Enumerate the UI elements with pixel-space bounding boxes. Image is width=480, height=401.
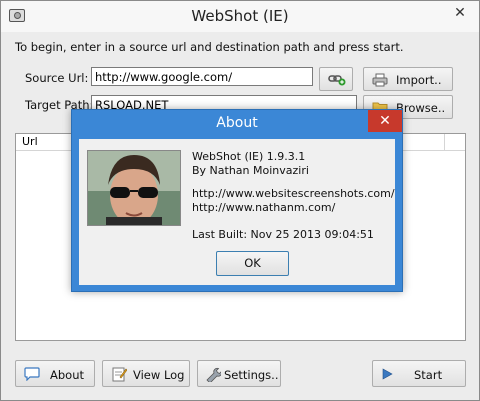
source-url-label: Source Url: <box>25 71 89 85</box>
ok-button[interactable]: OK <box>216 251 289 276</box>
intro-text: To begin, enter in a source url and dest… <box>15 40 404 54</box>
about-build-date: Last Built: Nov 25 2013 09:04:51 <box>192 228 374 241</box>
title-bar: WebShot (IE) ✕ <box>1 1 479 32</box>
import-button-label: Import.. <box>396 73 442 87</box>
wrench-icon <box>206 367 221 382</box>
about-author: By Nathan Moinvaziri <box>192 164 309 177</box>
about-link-nathanm[interactable]: http://www.nathanm.com/ <box>192 201 335 214</box>
close-window-button[interactable]: ✕ <box>447 3 473 23</box>
speech-bubble-icon <box>24 367 40 381</box>
about-button[interactable]: About <box>15 360 95 387</box>
settings-button[interactable]: Settings.. <box>197 360 281 387</box>
window-title: WebShot (IE) <box>191 7 289 25</box>
start-button-label: Start <box>414 368 443 382</box>
browse-button-label: Browse.. <box>396 101 446 115</box>
about-app-version: WebShot (IE) 1.9.3.1 <box>192 150 306 163</box>
about-button-label: About <box>50 368 85 382</box>
settings-button-label: Settings.. <box>224 368 279 382</box>
author-photo <box>87 150 181 226</box>
about-dialog: About ✕ WebShot (IE) 1.9.3.1 By Nathan M… <box>71 109 403 292</box>
view-log-button-label: View Log <box>133 368 185 382</box>
view-log-button[interactable]: View Log <box>102 360 190 387</box>
about-dialog-title: About <box>216 115 258 131</box>
about-dialog-body: WebShot (IE) 1.9.3.1 By Nathan Moinvazir… <box>79 139 395 285</box>
source-url-input[interactable]: http://www.google.com/ <box>91 67 313 86</box>
column-divider <box>444 134 445 150</box>
start-button[interactable]: Start <box>372 360 466 387</box>
add-url-button[interactable] <box>319 67 353 91</box>
about-link-websitescreenshots[interactable]: http://www.websitescreenshots.com/ <box>192 187 395 200</box>
link-add-icon <box>328 75 346 86</box>
import-button[interactable]: Import.. <box>363 67 453 91</box>
about-close-button[interactable]: ✕ <box>368 110 402 132</box>
column-header-url[interactable]: Url <box>22 135 38 148</box>
printer-icon <box>372 73 388 87</box>
notepad-icon <box>112 367 127 382</box>
author-photo-image <box>88 151 180 225</box>
play-icon <box>382 368 393 380</box>
